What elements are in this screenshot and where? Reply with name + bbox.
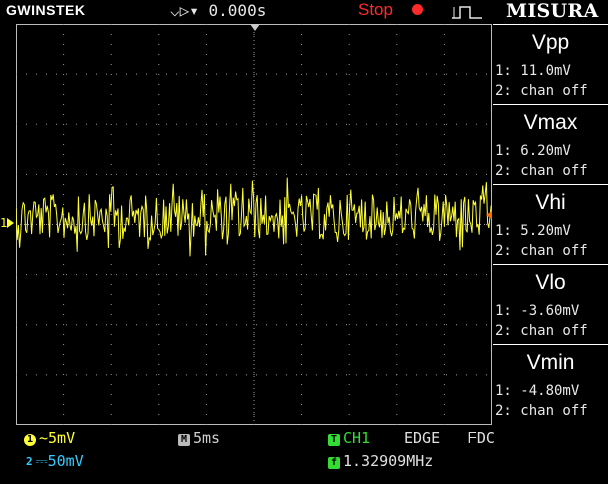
measurement-ch2-value: 2: chan off [495,163,588,179]
measurement-ch2-value: 2: chan off [495,323,588,339]
measurement-ch2-value: 2: chan off [495,243,588,259]
time-position-readout: ⌵▷▾ 0.000s [170,1,267,20]
timebase-badge: M [178,434,190,446]
graticule [16,24,492,425]
ch2-scale-value: ⎓50mV [35,452,84,470]
ch1-scale-value: ~5mV [39,429,76,447]
ch2-badge: 2 [26,455,33,468]
measurement-ch2-value: 2: chan off [495,403,588,419]
run-state-label: Stop [358,0,393,19]
trigger-edge-slope-icon: ᖴ [468,429,477,447]
measurement-vmax[interactable]: Vmax 1: 6.20mV 2: chan off [493,104,608,185]
measurement-ch1-value: 1: 11.0mV [495,63,571,79]
timebase-readout[interactable]: M 5ms [178,429,220,447]
measurement-ch1-value: 1: -3.60mV [495,303,580,319]
measurement-ch2-value: 2: chan off [495,83,588,99]
trigger-source-value: CH1 [343,429,371,447]
frequency-badge: f [328,457,340,469]
frequency-value: 1.32909MHz [343,452,434,470]
measurement-title: Vmax [523,111,578,134]
measurement-vhi[interactable]: Vhi 1: 5.20mV 2: chan off [493,184,608,265]
ch2-scale-readout[interactable]: 2 ⎓50mV [26,452,84,470]
trigger-coupling-readout[interactable]: ᖴDC [468,429,495,447]
brand-logo: GWINSTEK [6,2,86,18]
stop-dot-icon [412,4,423,15]
trigger-coupling-value: DC [476,429,495,447]
trigger-type-label[interactable]: EDGE [404,429,440,447]
measurement-vlo[interactable]: Vlo 1: -3.60mV 2: chan off [493,264,608,345]
ch1-scale-readout[interactable]: 1 ~5mV [24,429,75,447]
trigger-position-marker-icon[interactable] [250,24,260,31]
measurement-title: Vmin [526,351,575,374]
trigger-level-marker-icon[interactable] [486,211,492,219]
measurement-title: Vlo [535,271,566,294]
measurement-panel: Vpp 1: 11.0mV 2: chan off Vmax 1: 6.20mV… [493,24,608,425]
trigger-edge-icon [452,6,482,19]
top-status-bar: GWINSTEK ⌵▷▾ 0.000s Stop MISURA [0,0,608,24]
measurement-ch1-value: 1: 6.20mV [495,143,571,159]
frequency-readout[interactable]: f 1.32909MHz [328,452,433,470]
ch1-badge: 1 [24,434,36,446]
measurement-title: Vhi [535,191,566,214]
measurement-vpp[interactable]: Vpp 1: 11.0mV 2: chan off [493,24,608,105]
measurement-vmin[interactable]: Vmin 1: -4.80mV 2: chan off [493,344,608,425]
trigger-badge: T [328,434,340,446]
measurement-ch1-value: 1: 5.20mV [495,223,571,239]
panel-title: MISURA [506,0,599,22]
measurement-title: Vpp [531,31,570,54]
bottom-status-bar: 1 ~5mV 2 ⎓50mV M 5ms T CH1 EDGE ᖴDC f 1.32909… [0,425,608,484]
trigger-source-readout[interactable]: T CH1 [328,429,370,447]
ch1-offset-marker-icon[interactable] [7,218,14,228]
measurement-ch1-value: 1: -4.80mV [495,383,580,399]
waveform-display[interactable] [16,24,492,425]
timebase-value: 5ms [193,429,221,447]
